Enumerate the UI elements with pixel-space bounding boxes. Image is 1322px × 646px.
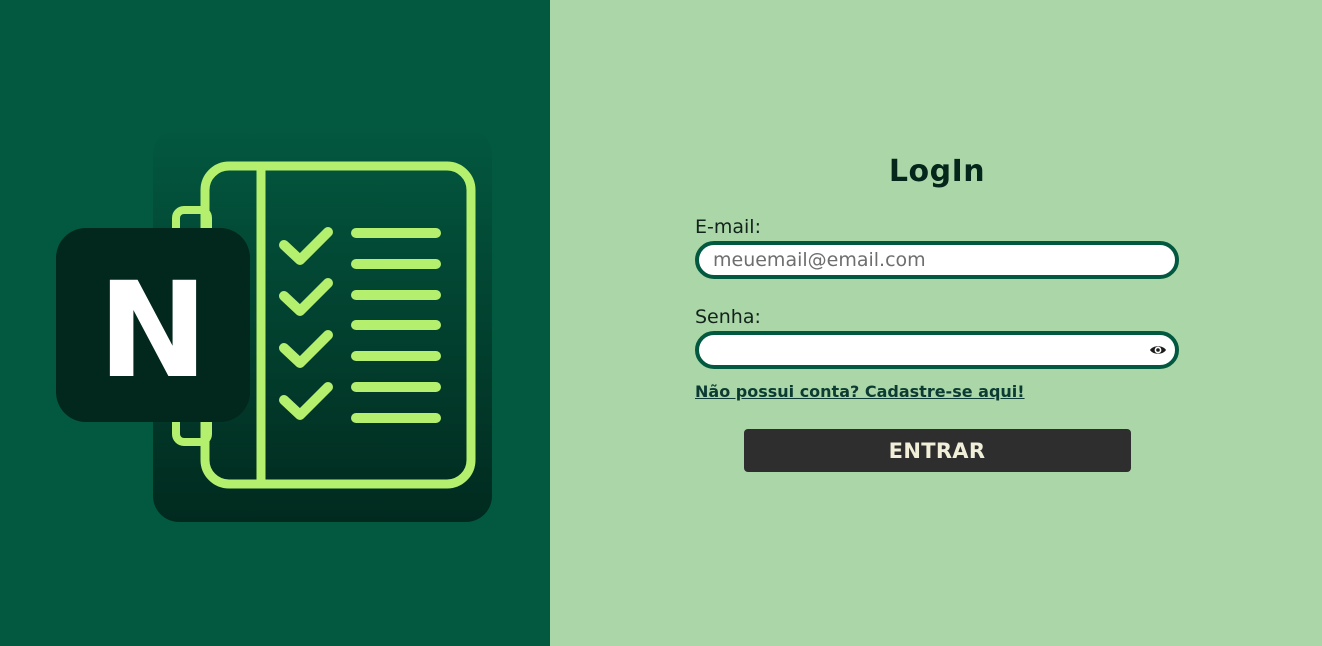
login-title: LogIn [888,154,986,189]
email-field[interactable] [713,245,1133,275]
login-form: LogIn E-mail: Senha: Não possui conta? C… [695,150,1179,472]
email-field-box [695,241,1179,279]
password-label: Senha: [695,306,761,328]
password-field[interactable] [713,335,1133,365]
login-button[interactable]: ENTRAR [743,429,1131,472]
email-label: E-mail: [695,216,761,238]
logo-letter: N [98,254,208,408]
form-panel: LogIn E-mail: Senha: Não possui conta? C… [550,0,1322,646]
app-logo: N [56,128,496,524]
notebook-checklist-icon: N [56,128,492,522]
brand-panel: N [0,0,550,646]
eye-icon[interactable] [1149,342,1167,358]
password-field-box [695,331,1179,369]
login-page: N LogIn E-mail: Senha: N [0,0,1322,646]
signup-link[interactable]: Não possui conta? Cadastre-se aqui! [695,381,1025,403]
